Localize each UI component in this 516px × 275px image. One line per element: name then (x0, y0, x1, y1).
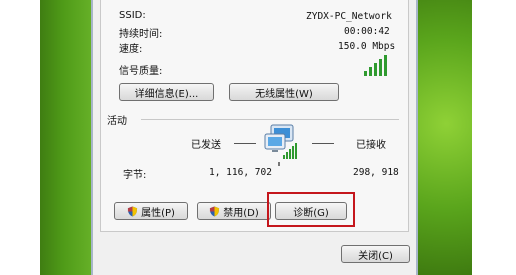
bytes-received-value: 298, 918 (353, 167, 399, 178)
uac-shield-icon (127, 205, 138, 217)
sent-line (234, 143, 256, 144)
disable-button-label: 禁用(D) (223, 207, 259, 219)
bytes-sent-value: 1, 116, 702 (209, 167, 272, 178)
sent-label: 已发送 (191, 140, 221, 151)
wireless-properties-button[interactable]: 无线属性(W) (229, 83, 339, 101)
close-button[interactable]: 关闭(C) (341, 245, 410, 263)
properties-button[interactable]: 属性(P) (114, 202, 188, 220)
received-label: 已接收 (356, 140, 386, 151)
duration-value: 00:00:42 (344, 26, 390, 37)
signal-quality-label: 信号质量: (119, 66, 163, 77)
wireless-status-dialog: SSID: ZYDX-PC_Network 持续时间: 00:00:42 速度:… (91, 0, 418, 275)
activity-separator (141, 119, 399, 120)
background-right (472, 0, 516, 275)
ssid-value: ZYDX-PC_Network (306, 11, 392, 22)
bytes-label: 字节: (123, 170, 147, 181)
network-computers-icon (264, 124, 297, 166)
signal-strength-icon (364, 55, 387, 76)
received-line (312, 143, 334, 144)
diagnose-highlight-box (267, 192, 355, 227)
uac-shield-icon (210, 205, 220, 217)
desktop-background-right (412, 0, 474, 275)
properties-button-label: 属性(P) (141, 207, 175, 219)
speed-value: 150.0 Mbps (338, 41, 396, 52)
general-tab-panel: SSID: ZYDX-PC_Network 持续时间: 00:00:42 速度:… (100, 0, 409, 232)
details-button[interactable]: 详细信息(E)... (119, 83, 214, 101)
ssid-label: SSID: (119, 10, 146, 21)
desktop-background-left (40, 0, 98, 275)
activity-section-label: 活动 (107, 116, 127, 127)
duration-label: 持续时间: (119, 29, 163, 40)
disable-button[interactable]: 禁用(D) (197, 202, 271, 220)
speed-label: 速度: (119, 44, 143, 55)
